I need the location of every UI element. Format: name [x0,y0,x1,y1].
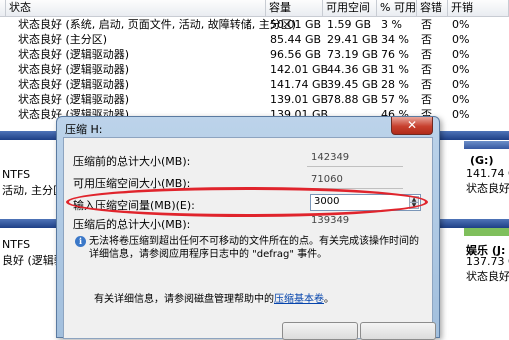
shrink-dialog: 压缩 H: ✕ 压缩前的总计大小(MB): 142349 可用压缩空间大小(MB… [56,116,440,340]
table-cell: 状态良好 (逻辑驱动器) [18,78,130,91]
table-cell: 29.41 GB [327,33,379,46]
table-cell: 39.45 GB [327,78,379,91]
info-icon: i [75,236,86,247]
table-cell: 否 [421,78,432,91]
spin-down-icon[interactable]: ▼ [409,202,419,209]
table-cell: 否 [421,33,432,46]
total-after-label: 压缩后的总计大小(MB): [73,218,191,231]
close-button[interactable]: ✕ [391,117,433,135]
shrink-amount-value: 3000 [314,196,340,207]
col-fault-tolerance[interactable]: 容错 [417,0,448,16]
table-cell: 3 % [381,18,402,31]
table-cell: 34 % [381,33,409,46]
partition-bar-g [464,141,509,149]
total-after-value: 139349 [311,215,350,226]
table-cell: 0% [452,63,470,76]
volume-j-size: 137.73 G [466,255,509,268]
col-overhead[interactable]: 开销 [448,0,509,16]
table-cell: 否 [421,18,432,31]
total-before-label: 压缩前的总计大小(MB): [73,155,191,168]
partition-fs: NTFS [2,168,31,181]
help-prefix: 有关详细信息，请参阅磁盘管理帮助中的 [94,294,274,305]
available-label: 可用压缩空间大小(MB): [73,177,191,190]
help-suffix: 。 [324,294,334,305]
table-cell: 76 % [381,48,409,61]
table-cell: 96.56 GB [270,48,322,61]
table-row[interactable]: 状态良好 (系统, 启动, 页面文件, 活动, 故障转储, 主分区) 50.01 … [0,17,509,32]
table-cell: 状态良好 (主分区) [18,33,108,46]
shrink-amount-label: 输入压缩空间量(MB)(E): [73,199,195,212]
table-cell: 1.59 GB [327,18,372,31]
defrag-note: 无法将卷压缩到超出任何不可移动的文件所在的点。有关完成该操作时间的详细信息，请参… [89,236,419,260]
volume-j-status: 状态良好 [466,270,509,283]
table-cell: 50.01 GB [270,18,322,31]
col-status[interactable]: 状态 [6,0,266,16]
table-row[interactable]: 状态良好 (逻辑驱动器) 142.01 GB 44.36 GB 31 % 否 0% [0,62,509,77]
table-row[interactable]: 状态良好 (逻辑驱动器) 139.01 GB 78.88 GB 57 % 否 0% [0,92,509,107]
table-cell: 否 [421,63,432,76]
table-row[interactable]: 状态良好 (主分区) 85.44 GB 29.41 GB 34 % 否 0% [0,32,509,47]
col-capacity[interactable]: 容量 [266,0,323,16]
dialog-title: 压缩 H: [65,123,103,136]
cancel-button[interactable] [360,322,436,340]
volume-g-status: 状态良好 [466,182,509,195]
table-cell: 28 % [381,78,409,91]
available-value: 71060 [311,174,343,185]
table-cell: 否 [421,48,432,61]
table-header: 状态 容量 可用空间 % 可用 容错 开销 [0,0,509,17]
partition-fs-2: NTFS [2,238,31,251]
table-cell: 85.44 GB [270,33,322,46]
table-row[interactable]: 状态良好 (逻辑驱动器) 141.74 GB 39.45 GB 28 % 否 0% [0,77,509,92]
total-before-value: 142349 [311,152,350,163]
volume-g-label[interactable]: (G:) [470,154,493,167]
shrink-amount-input[interactable]: 3000 ▲ ▼ [310,194,421,211]
table-cell: 0% [452,78,470,91]
table-cell: 31 % [381,63,409,76]
col-free[interactable]: 可用空间 [323,0,377,16]
table-cell: 否 [421,93,432,106]
volume-g-size: 141.74 GB [466,167,509,180]
table-row[interactable]: 状态良好 (逻辑驱动器) 96.56 GB 73.19 GB 76 % 否 0% [0,47,509,62]
table-cell: 0% [452,48,470,61]
table-cell: 57 % [381,93,409,106]
dialog-body: 压缩前的总计大小(MB): 142349 可用压缩空间大小(MB): 71060… [63,137,436,340]
table-cell: 0% [452,93,470,106]
help-text: 有关详细信息，请参阅磁盘管理帮助中的压缩基本卷。 [94,290,334,305]
table-cell: 139.01 GB [270,93,329,106]
help-link[interactable]: 压缩基本卷 [274,294,324,305]
table-cell: 状态良好 (系统, 启动, 页面文件, 活动, 故障转储, 主分区) [18,18,297,31]
partition-bar-j [464,228,509,236]
close-icon: ✕ [406,118,418,132]
table-cell: 0% [452,108,470,121]
table-cell: 0% [452,18,470,31]
table-cell: 141.74 GB [270,78,329,91]
table-cell: 73.19 GB [327,48,379,61]
shrink-button[interactable] [282,322,358,340]
table-cell: 78.88 GB [327,93,379,106]
table-cell: 状态良好 (逻辑驱动器) [18,93,130,106]
col-percent-free[interactable]: % 可用 [377,0,417,16]
table-cell: 状态良好 (逻辑驱动器) [18,48,130,61]
table-cell: 44.36 GB [327,63,379,76]
volume-table: 状态 容量 可用空间 % 可用 容错 开销 状态良好 (系统, 启动, 页面文件… [0,0,509,124]
table-cell: 状态良好 (逻辑驱动器) [18,63,130,76]
table-cell: 142.01 GB [270,63,329,76]
table-cell: 0% [452,33,470,46]
